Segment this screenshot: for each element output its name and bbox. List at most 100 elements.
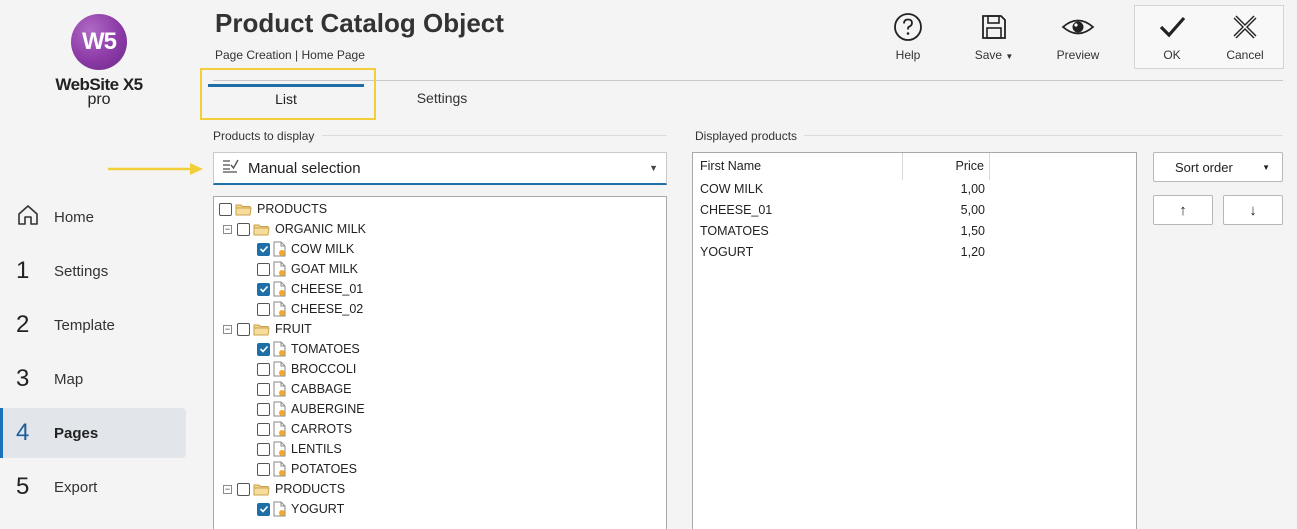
checkbox[interactable] [237,322,250,336]
tree-item[interactable]: CABBAGE [257,379,351,399]
sort-order-label: Sort order [1175,159,1233,175]
step-number: 4 [16,419,30,446]
checkbox[interactable] [257,442,270,456]
tree-folder[interactable]: − FRUIT [223,319,312,339]
checkbox-checked[interactable] [257,502,270,516]
checkbox-checked[interactable] [257,242,270,256]
tree-item[interactable]: BROCCOLI [257,359,356,379]
tree-item[interactable]: CHEESE_02 [257,299,363,319]
sidebar-item-home[interactable]: Home [0,192,186,242]
table-row[interactable]: CHEESE_01 5,00 [693,200,990,221]
step-number: 3 [16,365,30,392]
tree-item[interactable]: YOGURT [257,499,344,519]
product-icon [273,341,286,357]
help-icon [876,12,940,42]
collapse-icon[interactable]: − [223,324,232,334]
sidebar-item-label: Map [54,370,84,388]
home-icon [16,203,54,232]
checkbox-checked[interactable] [257,342,270,356]
table-row[interactable]: YOGURT 1,20 [693,242,990,263]
tree-item[interactable]: CHEESE_01 [257,279,363,299]
collapse-icon[interactable]: − [223,484,232,494]
tree-label: YOGURT [291,502,345,516]
cancel-button[interactable]: Cancel [1213,12,1277,62]
product-price: 1,00 [960,182,985,196]
save-label: Save ▼ [974,48,1014,62]
eye-icon [1046,12,1110,42]
step-number: 5 [16,473,30,500]
product-name: TOMATOES [700,224,769,238]
sidebar-item-label: Export [54,478,98,496]
folder-icon [235,203,252,216]
preview-button[interactable]: Preview [1046,12,1110,62]
products-selection-dropdown[interactable]: Manual selection ▼ [213,152,667,185]
product-name: CHEESE_01 [700,203,773,217]
tree-item[interactable]: GOAT MILK [257,259,358,279]
tree-folder[interactable]: PRODUCTS [219,199,327,219]
tree-label: PRODUCTS [257,202,328,216]
folder-icon [253,323,270,336]
sidebar-item-pages[interactable]: 4 Pages [0,408,186,458]
table-header: First Name Price [693,153,1136,180]
product-icon [273,281,286,297]
step-number: 1 [16,257,30,284]
ok-button[interactable]: OK [1140,12,1204,62]
tree-folder[interactable]: − ORGANIC MILK [223,219,366,239]
sidebar-item-map[interactable]: 3 Map [0,354,186,404]
save-button[interactable]: Save ▼ [962,12,1026,62]
tree-label: GOAT MILK [291,262,358,276]
tree-item[interactable]: CARROTS [257,419,352,439]
tree-label: BROCCOLI [291,362,357,376]
product-icon [273,301,286,317]
product-icon [273,361,286,377]
close-icon [1213,12,1277,42]
tree-label: LENTILS [291,442,342,456]
collapse-icon[interactable]: − [223,224,232,234]
tree-item[interactable]: POTATOES [257,459,357,479]
arrow-annotation [108,162,204,181]
checkbox-checked[interactable] [257,282,270,296]
tree-item[interactable]: AUBERGINE [257,399,365,419]
sidebar-item-export[interactable]: 5 Export [0,462,186,512]
sort-order-button[interactable]: Sort order ▼ [1153,152,1283,182]
dropdown-value: Manual selection [248,159,361,177]
table-row[interactable]: COW MILK 1,00 [693,179,990,200]
tab-settings[interactable]: Settings [364,84,520,114]
displayed-products-label: Displayed products [695,129,798,143]
logo-mark: W5 [71,14,127,70]
tree-folder[interactable]: − PRODUCTS [223,479,345,499]
sidebar-nav: Home 1 Settings 2 Template 3 Map 4 Pages… [0,188,186,516]
header-divider [213,80,1283,81]
tree-label: CHEESE_02 [291,302,364,316]
help-button[interactable]: Help [876,12,940,62]
sidebar-item-settings[interactable]: 1 Settings [0,246,186,296]
move-down-button[interactable]: ↓ [1223,195,1283,225]
products-to-display-label: Products to display [213,129,315,143]
product-icon [273,501,286,517]
checkbox[interactable] [257,422,270,436]
tree-item[interactable]: COW MILK [257,239,354,259]
tree-label: TOMATOES [291,342,360,356]
products-tree: PRODUCTS − ORGANIC MILK COW MILK GOAT MILK CH… [213,196,667,529]
tree-item[interactable]: TOMATOES [257,339,360,359]
breadcrumb: Page Creation | Home Page [215,48,365,62]
checkbox[interactable] [257,462,270,476]
checkbox[interactable] [257,402,270,416]
move-up-button[interactable]: ↑ [1153,195,1213,225]
checkbox[interactable] [257,262,270,276]
column-header-price[interactable]: Price [903,153,990,180]
tree-item[interactable]: LENTILS [257,439,342,459]
column-header-name[interactable]: First Name [693,153,903,180]
table-row[interactable]: TOMATOES 1,50 [693,221,990,242]
checkbox[interactable] [237,222,250,236]
checklist-icon [222,158,240,179]
checkbox[interactable] [257,382,270,396]
checkbox[interactable] [219,202,232,216]
step-number: 2 [16,311,30,338]
checkbox[interactable] [257,302,270,316]
tab-list[interactable]: List [208,84,364,114]
product-icon [273,381,286,397]
checkbox[interactable] [237,482,250,496]
sidebar-item-template[interactable]: 2 Template [0,300,186,350]
checkbox[interactable] [257,362,270,376]
